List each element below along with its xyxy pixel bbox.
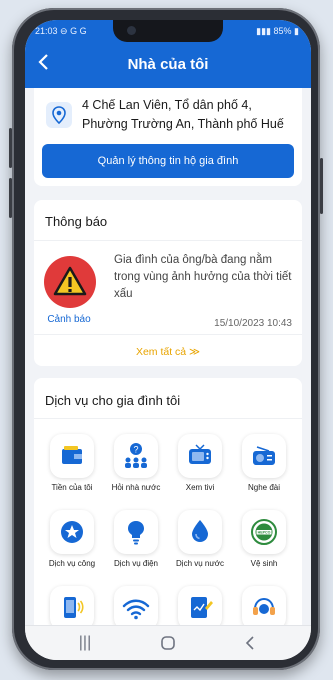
status-time: 21:03 (35, 26, 58, 36)
power-button (320, 158, 323, 214)
wallet-icon (50, 434, 94, 478)
divider (34, 418, 302, 419)
support-headset-icon (242, 586, 286, 626)
volume-button-2 (9, 178, 12, 218)
service-label: Dịch vụ công (48, 559, 96, 568)
address-card: 4 Chế Lan Viên, Tổ dân phố 4, Phường Trư… (34, 88, 302, 186)
hepco-logo-icon: HEPCO (242, 510, 286, 554)
service-label: Vệ sinh (250, 559, 278, 568)
wifi-icon (114, 586, 158, 626)
camera-icon (127, 26, 136, 35)
svg-text:HEPCO: HEPCO (258, 531, 271, 535)
back-nav-icon[interactable] (230, 633, 270, 653)
services-card: Dịch vụ cho gia đình tôi Tiền của tôi ? … (34, 378, 302, 626)
service-label: Hỏi nhà nước (111, 483, 161, 492)
service-item[interactable]: Dịch vụ điện (104, 510, 168, 568)
notification-card: Thông báo Cảnh báo Gia đình của ông/bà đ… (34, 200, 302, 366)
volume-button (9, 128, 12, 168)
lightbulb-icon (114, 510, 158, 554)
home-icon[interactable] (148, 633, 188, 653)
battery-icon: ▮ (294, 26, 299, 36)
service-label: Dịch vụ nước (176, 559, 224, 568)
service-item[interactable]: ? Hỏi nhà nước (104, 434, 168, 492)
water-drop-icon (178, 510, 222, 554)
screen: 21:03 ⊖ G G ▮▮▮ 85% ▮ Nhà của tôi 4 Chế … (25, 20, 311, 660)
manage-household-button[interactable]: Quản lý thông tin hộ gia đình (42, 144, 294, 178)
system-nav-bar: ||| (25, 625, 311, 660)
divider (34, 334, 302, 335)
service-label: Tiền của tôi (51, 483, 93, 492)
app-bar: Nhà của tôi (25, 42, 311, 88)
service-label: Xem tivi (185, 483, 215, 492)
service-item[interactable]: Dịch vụ công (40, 510, 104, 568)
service-item[interactable]: Tiền của tôi (40, 434, 104, 492)
radio-icon (242, 434, 286, 478)
address-text: 4 Chế Lan Viên, Tổ dân phố 4, Phường Trư… (82, 98, 284, 131)
svg-text:?: ? (133, 445, 138, 455)
warning-icon[interactable] (44, 256, 96, 308)
main-content[interactable]: 4 Chế Lan Viên, Tổ dân phố 4, Phường Trư… (25, 88, 311, 626)
warning-label: Cảnh báo (47, 314, 91, 325)
services-title: Dịch vụ cho gia đình tôi (45, 393, 181, 408)
service-label: Nghe đài (247, 483, 281, 492)
divider (34, 240, 302, 241)
service-item[interactable] (168, 586, 232, 626)
service-item[interactable]: HEPCO Vệ sinh (232, 510, 296, 568)
service-item[interactable]: Dịch vụ nước (168, 510, 232, 568)
camera-notch (113, 20, 223, 42)
battery-level: 85% (273, 26, 292, 36)
service-item[interactable] (40, 586, 104, 626)
signal-icon: ▮▮▮ (256, 26, 271, 36)
public-service-icon (50, 510, 94, 554)
page-title: Nhà của tôi (127, 56, 209, 73)
service-item[interactable] (104, 586, 168, 626)
notification-time: 15/10/2023 10:43 (214, 318, 292, 329)
recent-apps-icon[interactable]: ||| (65, 633, 105, 653)
see-all-link[interactable]: Xem tất cả ≫ (34, 346, 302, 358)
service-item[interactable]: Xem tivi (168, 434, 232, 492)
service-item[interactable] (232, 586, 296, 626)
location-pin-icon (46, 102, 72, 128)
notification-title: Thông báo (45, 214, 108, 229)
question-people-icon: ? (114, 434, 158, 478)
document-sign-icon (178, 586, 222, 626)
notification-message[interactable]: Gia đình của ông/bà đang nằm trong vùng … (114, 252, 300, 303)
status-icons: ⊖ G G (60, 26, 87, 36)
service-item[interactable]: Nghe đài (232, 434, 296, 492)
tv-icon (178, 434, 222, 478)
phone-call-icon (50, 586, 94, 626)
service-label: Dịch vụ điện (113, 559, 159, 568)
